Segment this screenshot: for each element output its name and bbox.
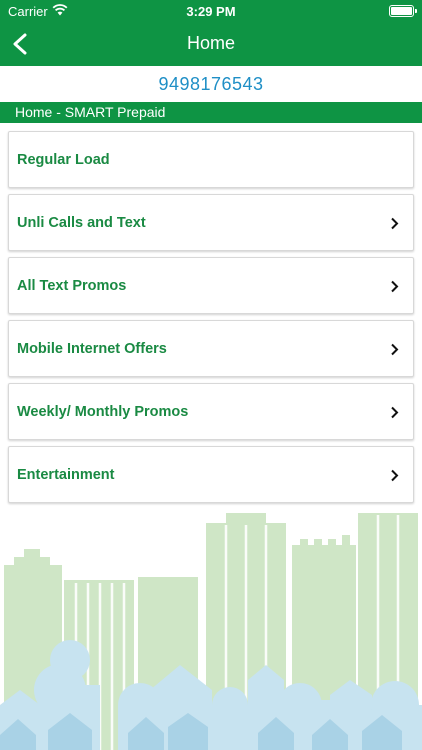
navigation-bar: Home bbox=[0, 22, 422, 66]
chevron-right-icon bbox=[391, 343, 399, 356]
menu-item-label: Weekly/ Monthly Promos bbox=[17, 404, 189, 420]
city-skyline-illustration bbox=[0, 513, 422, 750]
breadcrumb: Home - SMART Prepaid bbox=[0, 102, 422, 123]
menu-item-label: Unli Calls and Text bbox=[17, 215, 146, 231]
menu-item-label: All Text Promos bbox=[17, 278, 127, 294]
account-number: 9498176543 bbox=[158, 74, 264, 94]
menu-item-label: Entertainment bbox=[17, 467, 115, 483]
menu-item-entertainment[interactable]: Entertainment bbox=[8, 446, 414, 503]
menu-item-label: Mobile Internet Offers bbox=[17, 341, 167, 357]
promo-menu: Regular Load Unli Calls and Text All Tex… bbox=[8, 131, 414, 509]
status-bar: Carrier 3:29 PM bbox=[0, 0, 422, 22]
page-title: Home bbox=[186, 33, 235, 53]
menu-item-mobile-internet[interactable]: Mobile Internet Offers bbox=[8, 320, 414, 377]
chevron-right-icon bbox=[391, 406, 399, 419]
chevron-right-icon bbox=[391, 217, 399, 230]
chevron-right-icon bbox=[391, 280, 399, 293]
chevron-right-icon bbox=[391, 469, 399, 482]
battery-icon bbox=[389, 5, 417, 17]
menu-item-label: Regular Load bbox=[17, 152, 110, 168]
menu-item-all-text-promos[interactable]: All Text Promos bbox=[8, 257, 414, 314]
menu-item-regular-load[interactable]: Regular Load bbox=[8, 131, 414, 188]
clock: 3:29 PM bbox=[186, 4, 236, 19]
menu-item-unli-calls-text[interactable]: Unli Calls and Text bbox=[8, 194, 414, 251]
menu-item-weekly-monthly[interactable]: Weekly/ Monthly Promos bbox=[8, 383, 414, 440]
